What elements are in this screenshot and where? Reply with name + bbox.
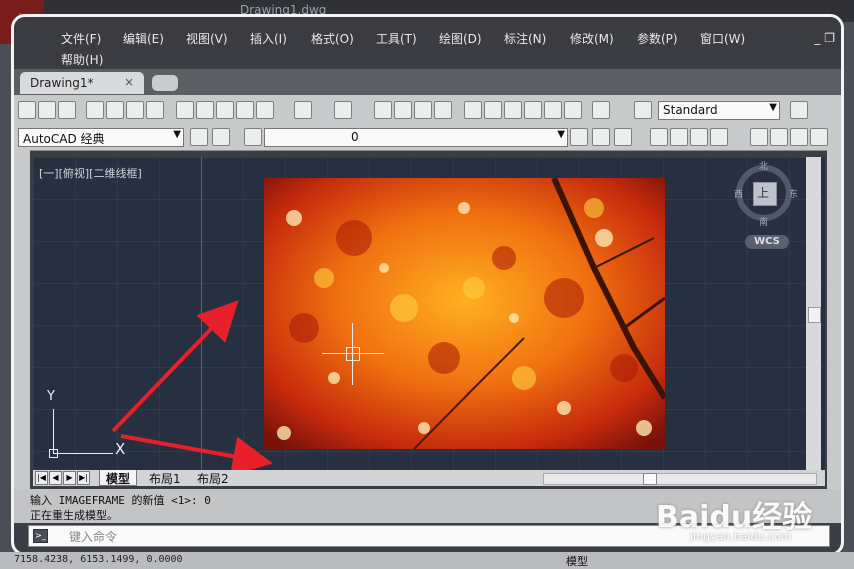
tab-close-icon[interactable]: × bbox=[124, 75, 134, 89]
zoom-window-icon[interactable] bbox=[414, 101, 432, 119]
angular-icon[interactable] bbox=[810, 128, 828, 146]
copy-icon[interactable] bbox=[196, 101, 214, 119]
draw-toolbar[interactable] bbox=[14, 150, 30, 500]
radius-icon[interactable] bbox=[750, 128, 768, 146]
design-center-icon[interactable] bbox=[484, 101, 502, 119]
menu-tools[interactable]: 工具(T) bbox=[376, 30, 417, 47]
print-icon[interactable] bbox=[86, 101, 104, 119]
aligned-dimension-icon[interactable] bbox=[670, 128, 688, 146]
annotation-arrows bbox=[111, 300, 273, 470]
plot-icon[interactable] bbox=[126, 101, 144, 119]
help-icon[interactable] bbox=[592, 101, 610, 119]
linear-dimension-icon[interactable] bbox=[650, 128, 668, 146]
text-style-icon[interactable] bbox=[634, 101, 652, 119]
tab-model[interactable]: 模型 bbox=[99, 470, 138, 486]
menu-view[interactable]: 视图(V) bbox=[186, 30, 228, 47]
layer-state-icon[interactable] bbox=[614, 128, 632, 146]
save-icon[interactable] bbox=[58, 101, 76, 119]
menu-dimension[interactable]: 标注(N) bbox=[504, 30, 546, 47]
customize-icon[interactable] bbox=[212, 128, 230, 146]
menu-parameters[interactable]: 参数(P) bbox=[637, 30, 678, 47]
zoom-previous-icon[interactable] bbox=[434, 101, 452, 119]
last-layout-icon[interactable]: ▶| bbox=[77, 471, 90, 485]
make-current-layer-icon[interactable] bbox=[570, 128, 588, 146]
paste-icon[interactable] bbox=[216, 101, 234, 119]
menu-edit[interactable]: 编辑(E) bbox=[123, 30, 164, 47]
chevron-down-icon: ▼ bbox=[173, 129, 181, 140]
horizontal-scroll-thumb[interactable] bbox=[643, 473, 657, 485]
new-tab-button[interactable] bbox=[152, 75, 178, 91]
chevron-down-icon: ▼ bbox=[557, 129, 565, 140]
layer-value: 0 bbox=[351, 130, 359, 144]
command-history-line: 输入 IMAGEFRAME 的新值 <1>: 0 bbox=[30, 494, 211, 507]
publish-icon[interactable] bbox=[146, 101, 164, 119]
diameter-icon[interactable] bbox=[790, 128, 808, 146]
tab-layout1[interactable]: 布局1 bbox=[143, 470, 187, 486]
arc-length-icon[interactable] bbox=[690, 128, 708, 146]
workspace-settings-icon[interactable] bbox=[190, 128, 208, 146]
layer-select[interactable]: 0 ▼ bbox=[264, 128, 568, 147]
open-icon[interactable] bbox=[38, 101, 56, 119]
block-editor-icon[interactable] bbox=[256, 101, 274, 119]
menu-draw[interactable]: 绘图(D) bbox=[439, 30, 482, 47]
workspace-value: AutoCAD 经典 bbox=[23, 132, 105, 146]
document-tabs: Drawing1* × bbox=[14, 69, 841, 95]
prev-layout-icon[interactable]: ◀ bbox=[49, 471, 62, 485]
application-window: 文件(F) 编辑(E) 视图(V) 插入(I) 格式(O) 工具(T) 绘图(D… bbox=[11, 14, 844, 556]
vertical-scroll-thumb[interactable] bbox=[808, 307, 821, 323]
layer-properties-icon[interactable] bbox=[244, 128, 262, 146]
standard-toolbar: Standard ▼ bbox=[14, 95, 841, 124]
chevron-down-icon: ▼ bbox=[769, 102, 777, 113]
menu-format[interactable]: 格式(O) bbox=[311, 30, 354, 47]
tool-palettes-icon[interactable] bbox=[504, 101, 522, 119]
properties-icon[interactable] bbox=[464, 101, 482, 119]
command-placeholder: 键入命令 bbox=[69, 530, 118, 544]
new-icon[interactable] bbox=[18, 101, 36, 119]
menu-help[interactable]: 帮助(H) bbox=[61, 51, 103, 68]
pan-icon[interactable] bbox=[374, 101, 392, 119]
sheet-set-icon[interactable] bbox=[524, 101, 542, 119]
menu-window[interactable]: 窗口(W) bbox=[700, 30, 745, 47]
drawing-canvas[interactable]: [一][俯视][二维线框] 上 北 南 西 东 WCS Y X bbox=[33, 157, 825, 470]
dimension-style-icon[interactable] bbox=[790, 101, 808, 119]
arrow-to-frame-bottom bbox=[120, 434, 273, 470]
tab-drawing1-label: Drawing1* bbox=[30, 76, 94, 90]
text-style-value: Standard bbox=[663, 103, 718, 117]
tab-drawing1[interactable]: Drawing1* × bbox=[20, 72, 144, 94]
zoom-realtime-icon[interactable] bbox=[394, 101, 412, 119]
model-space-button[interactable]: 模型 bbox=[566, 553, 588, 569]
text-style-select[interactable]: Standard ▼ bbox=[658, 101, 780, 120]
menu-file[interactable]: 文件(F) bbox=[61, 30, 101, 47]
tab-layout2[interactable]: 布局2 bbox=[191, 470, 235, 486]
layer-previous-icon[interactable] bbox=[592, 128, 610, 146]
menu-insert[interactable]: 插入(I) bbox=[250, 30, 287, 47]
workspace-select[interactable]: AutoCAD 经典 ▼ bbox=[18, 128, 184, 147]
command-history-line: 正在重生成模型。 bbox=[30, 509, 118, 522]
next-layout-icon[interactable]: ▶ bbox=[63, 471, 76, 485]
cut-icon[interactable] bbox=[176, 101, 194, 119]
print-preview-icon[interactable] bbox=[106, 101, 124, 119]
command-prompt-icon[interactable]: >_ bbox=[33, 529, 48, 543]
first-layout-icon[interactable]: |◀ bbox=[35, 471, 48, 485]
coordinate-readout[interactable]: 7158.4238, 6153.1499, 0.0000 bbox=[14, 554, 183, 565]
menu-bar: 文件(F) 编辑(E) 视图(V) 插入(I) 格式(O) 工具(T) 绘图(D… bbox=[14, 17, 841, 69]
arrow-to-frame-top bbox=[111, 300, 239, 433]
status-bar: 7158.4238, 6153.1499, 0.0000 模型 bbox=[0, 552, 854, 569]
redo-icon[interactable] bbox=[334, 101, 352, 119]
workspace-layer-toolbar: AutoCAD 经典 ▼ 0 ▼ bbox=[14, 123, 841, 151]
markup-icon[interactable] bbox=[544, 101, 562, 119]
horizontal-scrollbar[interactable] bbox=[543, 473, 817, 485]
calculator-icon[interactable] bbox=[564, 101, 582, 119]
layout-tab-bar: |◀ ◀ ▶ ▶| 模型 布局1 布局2 bbox=[33, 470, 825, 486]
match-properties-icon[interactable] bbox=[236, 101, 254, 119]
baidu-watermark-url: jingyan.baidu.com bbox=[690, 530, 792, 543]
menu-modify[interactable]: 修改(M) bbox=[570, 30, 614, 47]
ordinate-icon[interactable] bbox=[710, 128, 728, 146]
window-controls[interactable]: _ ❐ bbox=[814, 31, 835, 45]
jogged-icon[interactable] bbox=[770, 128, 788, 146]
modify-toolbar[interactable] bbox=[827, 150, 841, 500]
undo-icon[interactable] bbox=[294, 101, 312, 119]
